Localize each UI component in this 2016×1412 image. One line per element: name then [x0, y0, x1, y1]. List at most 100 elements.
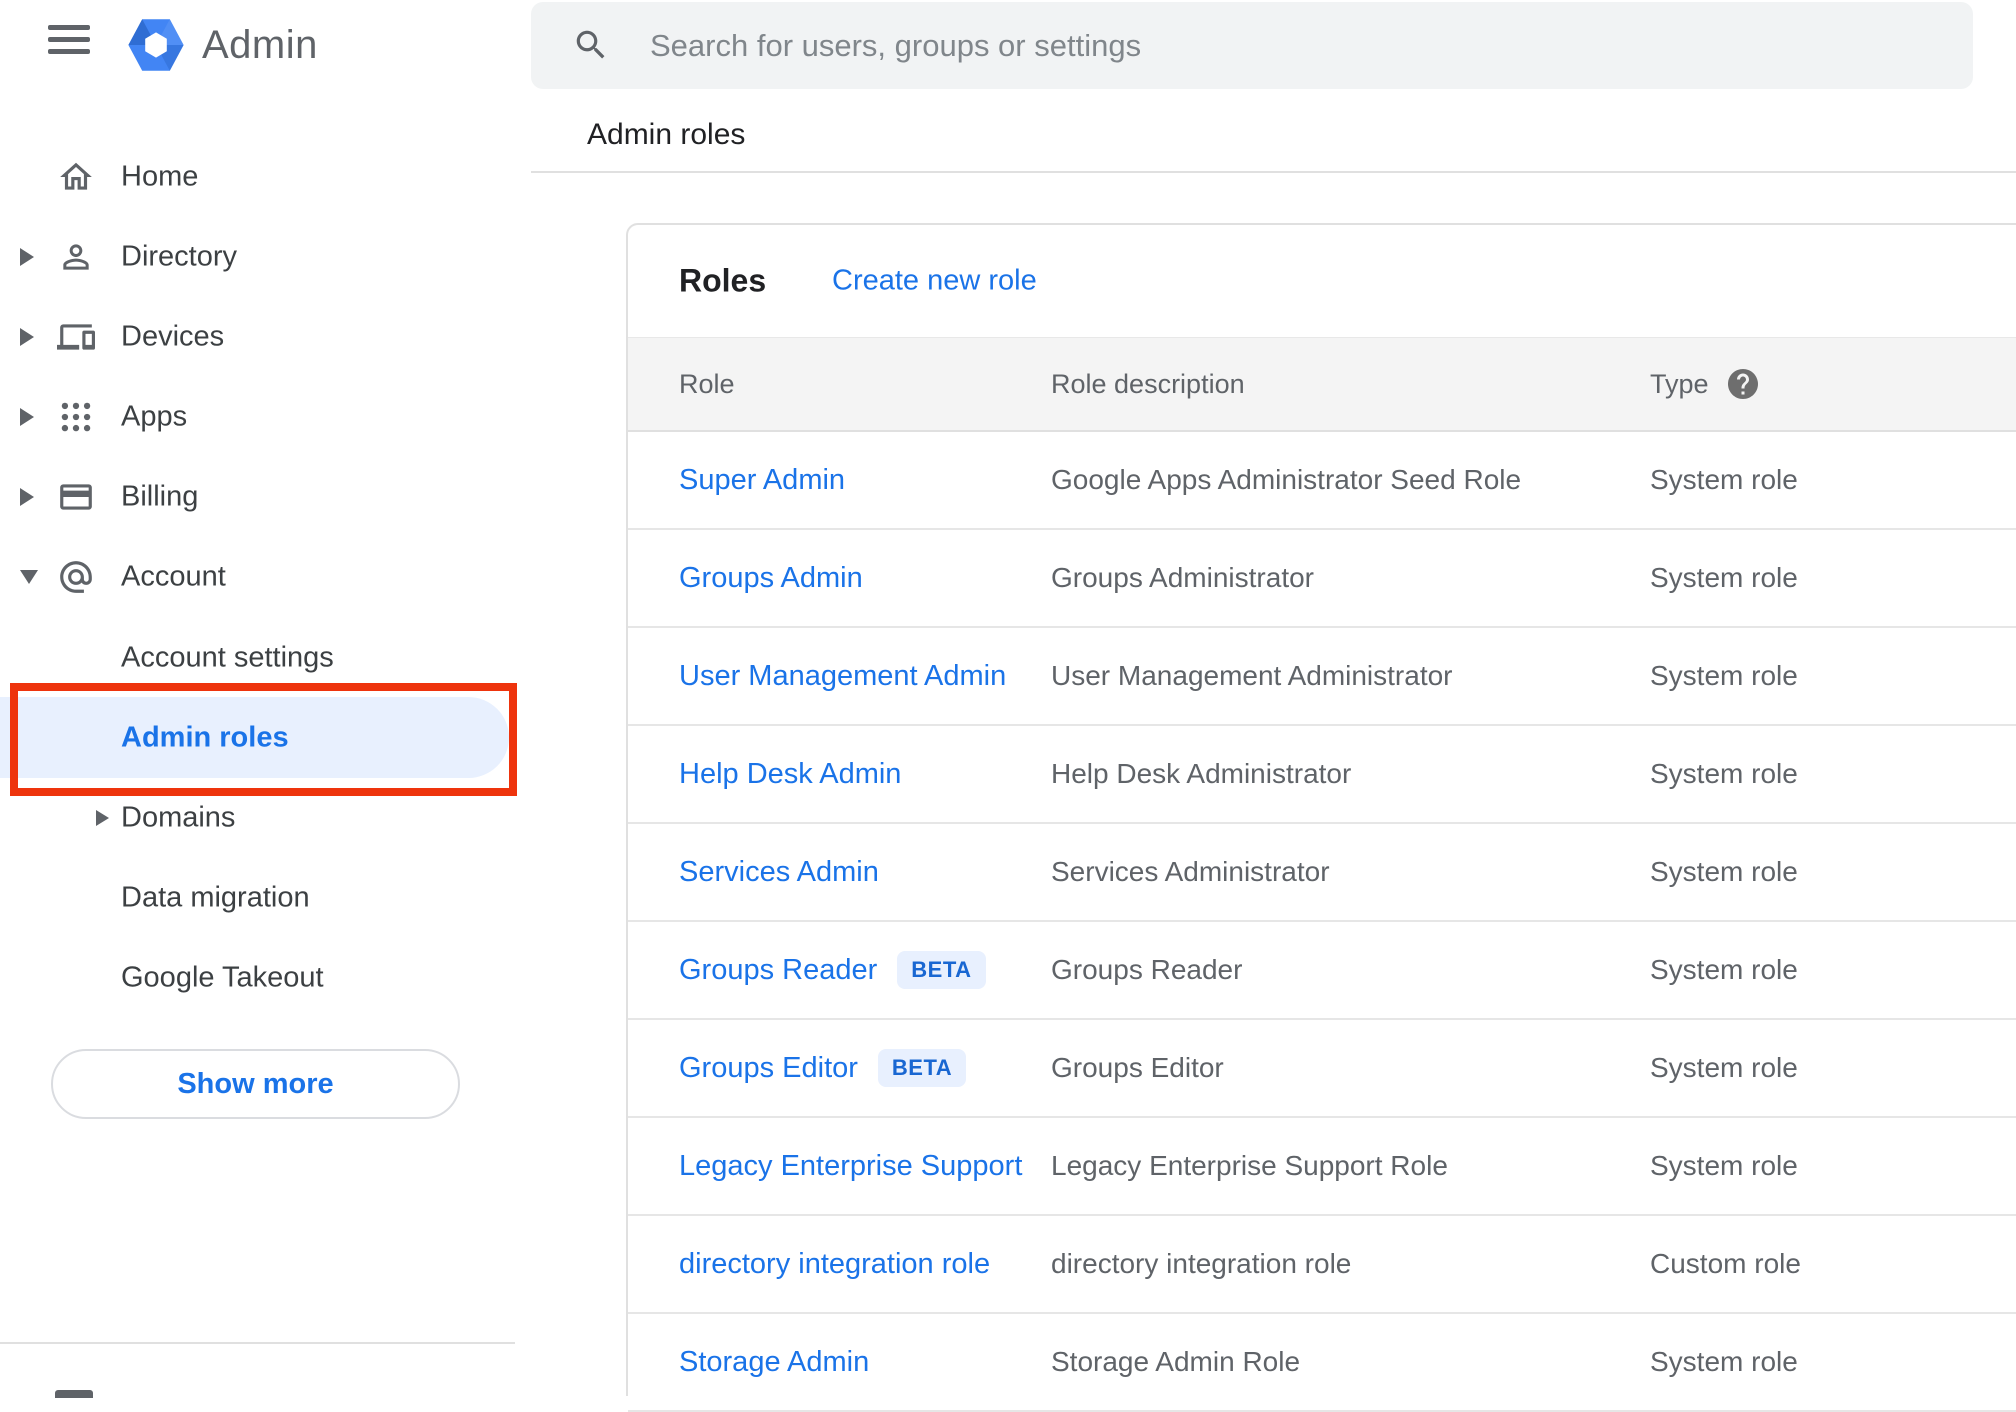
role-cell: Groups Admin — [679, 530, 863, 626]
role-description-cell: Google Apps Administrator Seed Role — [1051, 464, 1522, 495]
admin-logo[interactable]: Admin — [126, 14, 318, 76]
table-row: Groups Editor BETA Groups Editor System rol… — [628, 1020, 2016, 1118]
roles-panel-header: Roles Create new role — [628, 225, 2016, 337]
sidebar-item-label: Devices — [121, 320, 225, 353]
at-icon — [57, 558, 95, 596]
table-row: User Management Admin User Management Adm… — [628, 628, 2016, 726]
role-type-cell: Custom role — [1650, 1248, 1801, 1279]
card-icon — [57, 478, 95, 516]
sidebar-item-admin-roles[interactable]: Admin roles — [0, 697, 509, 778]
role-description-cell: Services Administrator — [1051, 856, 1330, 887]
sidebar-item-label: Directory — [121, 240, 238, 273]
sidebar-item-billing[interactable]: Billing — [0, 457, 531, 537]
sidebar-item-account[interactable]: Account — [0, 537, 531, 617]
menu-hamburger-icon[interactable] — [48, 25, 90, 55]
table-row: Groups Reader BETA Groups Reader System rol… — [628, 922, 2016, 1020]
search-icon — [576, 30, 605, 59]
sidebar-item-label: Billing — [121, 480, 199, 513]
role-cell: Legacy Enterprise Support — [679, 1118, 1022, 1214]
sidebar-item-label: Domains — [121, 801, 236, 834]
role-type-cell: System role — [1650, 562, 1798, 593]
role-type-cell: System role — [1650, 1052, 1798, 1083]
search-input[interactable] — [650, 2, 1930, 89]
sidebar-item-domains[interactable]: Domains — [0, 778, 531, 858]
sidebar-item-label: Google Takeout — [121, 961, 324, 994]
table-row: Super Admin Google Apps Administrator See… — [628, 432, 2016, 530]
role-link[interactable]: directory integration role — [679, 1248, 990, 1281]
sidebar: Admin Home Directory Devices Apps Billing Acc… — [0, 0, 531, 1398]
table-header-row: Role Role description Type — [628, 337, 2016, 432]
panel-title: Roles — [679, 262, 767, 299]
product-name: Admin — [202, 22, 318, 67]
devices-icon — [57, 318, 95, 356]
role-link[interactable]: Legacy Enterprise Support — [679, 1150, 1022, 1183]
sidebar-item-label: Apps — [121, 400, 188, 433]
role-cell: Groups Editor BETA — [679, 1020, 967, 1116]
role-cell: directory integration role — [679, 1216, 990, 1312]
person-icon — [57, 238, 95, 276]
breadcrumb: Admin roles — [587, 118, 746, 151]
role-cell: Services Admin — [679, 824, 879, 920]
column-header-description: Role description — [1051, 368, 1245, 399]
role-link[interactable]: Super Admin — [679, 464, 845, 497]
arrow-right-icon[interactable] — [20, 488, 34, 506]
partial-bottom-icon — [55, 1390, 93, 1398]
column-header-type: Type — [1650, 338, 1761, 430]
role-description-cell: Groups Editor — [1051, 1052, 1224, 1083]
sidebar-item-label: Account — [121, 560, 226, 593]
role-type-cell: System role — [1650, 758, 1798, 789]
role-description-cell: User Management Administrator — [1051, 660, 1453, 691]
sidebar-item-apps[interactable]: Apps — [0, 377, 531, 457]
column-header-role: Role — [679, 368, 735, 399]
help-icon[interactable] — [1725, 366, 1761, 402]
apps-icon — [57, 398, 95, 436]
sidebar-item-google-takeout[interactable]: Google Takeout — [0, 938, 531, 1018]
show-more-button[interactable]: Show more — [51, 1049, 460, 1119]
arrow-right-icon[interactable] — [20, 328, 34, 346]
role-link[interactable]: Groups Admin — [679, 562, 863, 595]
arrow-right-icon[interactable] — [20, 408, 34, 426]
admin-hexagon-icon — [128, 19, 184, 71]
role-link[interactable]: Groups Editor — [679, 1052, 858, 1085]
sidebar-item-data-migration[interactable]: Data migration — [0, 858, 531, 938]
table-row: Services Admin Services Administrator Syst… — [628, 824, 2016, 922]
table-row: Groups Admin Groups Administrator System r… — [628, 530, 2016, 628]
role-link[interactable]: Storage Admin — [679, 1346, 869, 1379]
sidebar-item-devices[interactable]: Devices — [0, 297, 531, 377]
arrow-right-icon[interactable] — [20, 248, 34, 266]
role-cell: User Management Admin — [679, 628, 1006, 724]
sidebar-item-home[interactable]: Home — [0, 137, 531, 217]
sidebar-item-account-settings[interactable]: Account settings — [0, 618, 531, 698]
beta-badge: BETA — [877, 1049, 967, 1087]
sidebar-divider — [0, 1342, 515, 1344]
table-row: Storage Admin Storage Admin Role System ro… — [628, 1314, 2016, 1412]
role-link[interactable]: Groups Reader — [679, 954, 877, 987]
role-link[interactable]: Services Admin — [679, 856, 879, 889]
role-type-cell: System role — [1650, 464, 1798, 495]
role-cell: Groups Reader BETA — [679, 922, 986, 1018]
home-icon — [57, 158, 95, 196]
role-description-cell: Legacy Enterprise Support Role — [1051, 1150, 1448, 1181]
role-type-cell: System role — [1650, 660, 1798, 691]
role-description-cell: directory integration role — [1051, 1248, 1352, 1279]
create-new-role-link[interactable]: Create new role — [832, 265, 1037, 298]
sidebar-item-directory[interactable]: Directory — [0, 217, 531, 297]
arrow-down-icon[interactable] — [20, 570, 38, 584]
role-cell: Super Admin — [679, 432, 845, 528]
role-type-cell: System role — [1650, 1150, 1798, 1181]
table-row: Legacy Enterprise Support Legacy Enterpri… — [628, 1118, 2016, 1216]
table-row: Help Desk Admin Help Desk Administrator Sy… — [628, 726, 2016, 824]
beta-badge: BETA — [897, 951, 986, 989]
role-description-cell: Groups Reader — [1051, 954, 1243, 985]
search-bar[interactable] — [531, 2, 1973, 89]
table-row: directory integration role directory inte… — [628, 1216, 2016, 1314]
role-description-cell: Help Desk Administrator — [1051, 758, 1352, 789]
role-description-cell: Groups Administrator — [1051, 562, 1314, 593]
arrow-right-icon[interactable] — [96, 810, 109, 826]
role-type-cell: System role — [1650, 856, 1798, 887]
roles-panel: Roles Create new role Role Role descript… — [626, 223, 2016, 1412]
content-divider — [531, 171, 2016, 173]
role-link[interactable]: Help Desk Admin — [679, 758, 901, 791]
role-link[interactable]: User Management Admin — [679, 660, 1006, 693]
roles-table-body: Super Admin Google Apps Administrator See… — [628, 432, 2016, 1412]
